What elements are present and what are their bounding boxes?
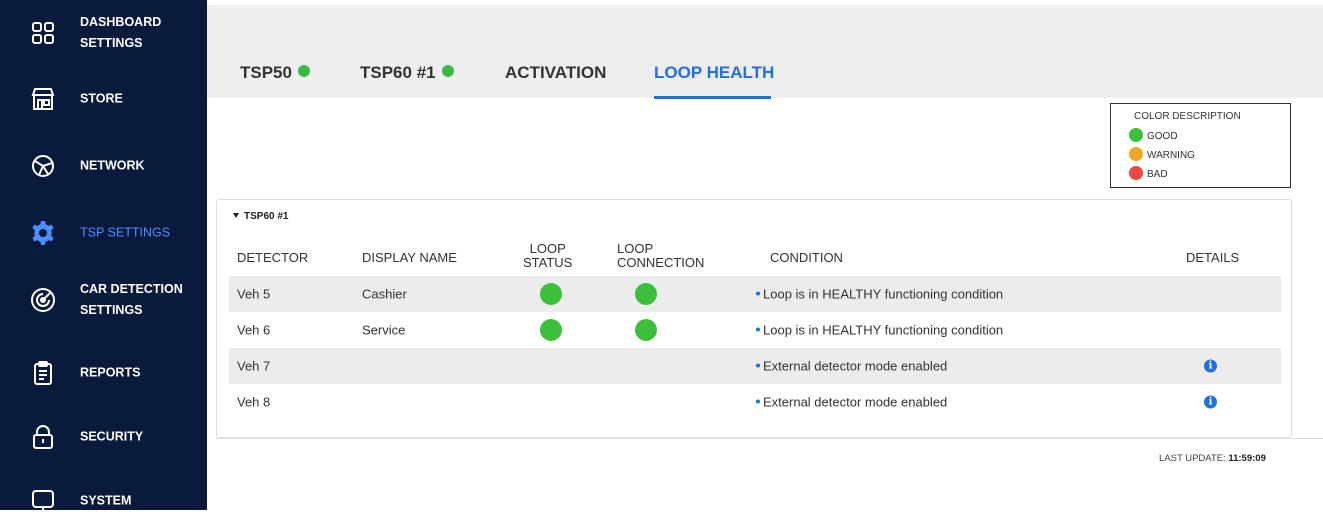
- tab-activation[interactable]: ACTIVATION: [505, 63, 606, 83]
- sidebar: DASHBOARD SETTINGS STORE NETWORK TSP SET…: [0, 0, 207, 512]
- sidebar-item-label: REPORTS: [80, 365, 141, 380]
- sidebar-item-tsp-settings[interactable]: TSP SETTINGS: [0, 205, 207, 261]
- sidebar-item-reports[interactable]: REPORTS: [0, 345, 207, 401]
- table-row: Veh 7 External detector mode enabled i: [229, 348, 1281, 384]
- detector-cell: Veh 7: [237, 358, 271, 374]
- last-update: LAST UPDATE: 11:59:09: [1159, 453, 1266, 464]
- status-dot: [297, 65, 310, 77]
- loop-status-good-icon: [540, 319, 562, 341]
- condition-cell: Loop is in HEALTHY functioning condition: [756, 323, 1003, 338]
- sensor-icon: [31, 288, 55, 312]
- legend-item-warning: WARNING: [1129, 147, 1195, 161]
- column-header-loop-status: LOOP STATUS: [523, 241, 573, 270]
- tab-label: LOOP HEALTH: [654, 63, 775, 82]
- column-header-loop-connection: LOOP CONNECTION: [617, 241, 705, 270]
- gear-icon: [32, 221, 54, 245]
- bullet-icon: [756, 363, 760, 368]
- column-header-display-name: DISPLAY NAME: [362, 250, 457, 265]
- sidebar-item-label: SYSTEM: [80, 493, 132, 508]
- condition-cell: External detector mode enabled: [756, 395, 947, 410]
- info-icon[interactable]: i: [1204, 395, 1217, 409]
- sidebar-item-label: STORE: [80, 91, 123, 106]
- monitor-icon: [32, 490, 54, 512]
- divider: [216, 438, 1323, 439]
- sidebar-item-label: DASHBOARD SETTINGS: [80, 15, 162, 50]
- sidebar-item-dashboard-settings[interactable]: DASHBOARD SETTINGS: [0, 5, 207, 61]
- detector-cell: Veh 5: [237, 286, 271, 302]
- detector-cell: Veh 6: [237, 322, 271, 338]
- clipboard-icon: [34, 361, 52, 385]
- bullet-icon: [756, 327, 760, 332]
- display-name-cell: Cashier: [362, 286, 407, 302]
- sidebar-item-network[interactable]: NETWORK: [0, 138, 207, 194]
- sidebar-item-label: NETWORK: [80, 158, 145, 173]
- column-header-condition: CONDITION: [770, 250, 843, 265]
- bad-dot-icon: [1129, 166, 1143, 180]
- info-icon[interactable]: i: [1204, 359, 1217, 373]
- tab-label: ACTIVATION: [505, 63, 607, 82]
- legend-title: COLOR DESCRIPTION: [1134, 111, 1241, 122]
- sidebar-item-label: SECURITY: [80, 429, 144, 444]
- legend-item-good: GOOD: [1129, 128, 1178, 142]
- table-row: Veh 6 Service Loop is in HEALTHY functio…: [229, 312, 1281, 348]
- loop-status-good-icon: [540, 283, 562, 305]
- legend-item-bad: BAD: [1129, 166, 1168, 180]
- column-header-detector: DETECTOR: [237, 250, 309, 265]
- panel-header[interactable]: TSP60 #1: [233, 211, 288, 222]
- grid-icon: [32, 22, 54, 44]
- lock-icon: [33, 425, 53, 449]
- active-tab-indicator: [654, 96, 771, 99]
- sidebar-item-system[interactable]: SYSTEM: [0, 473, 207, 529]
- network-icon: [32, 155, 54, 177]
- legend-label: BAD: [1147, 169, 1168, 180]
- tab-tsp50[interactable]: TSP50: [240, 63, 310, 83]
- panel-title: TSP60 #1: [244, 211, 289, 222]
- color-legend: COLOR DESCRIPTION GOOD WARNING BAD: [1110, 103, 1291, 188]
- sidebar-item-car-detection-settings[interactable]: CAR DETECTION SETTINGS: [0, 272, 207, 328]
- table-row: Veh 8 External detector mode enabled i: [229, 384, 1281, 420]
- last-update-time: 11:59:09: [1228, 453, 1266, 464]
- sidebar-item-security[interactable]: SECURITY: [0, 409, 207, 465]
- table-row: Veh 5 Cashier Loop is in HEALTHY functio…: [229, 276, 1281, 312]
- loop-connection-good-icon: [635, 283, 657, 305]
- tab-bar: TSP50 TSP60 #1 ACTIVATION LOOP HEALTH: [207, 5, 1323, 99]
- bullet-icon: [756, 399, 760, 404]
- tab-tsp60-1[interactable]: TSP60 #1: [360, 63, 454, 83]
- loop-health-panel: TSP60 #1 DETECTOR DISPLAY NAME LOOP STAT…: [216, 199, 1292, 438]
- legend-label: GOOD: [1147, 131, 1178, 142]
- sidebar-item-label: CAR DETECTION SETTINGS: [80, 282, 183, 317]
- warning-dot-icon: [1129, 147, 1143, 161]
- condition-cell: External detector mode enabled: [756, 359, 947, 374]
- column-header-details: DETAILS: [1186, 250, 1240, 265]
- loop-connection-good-icon: [635, 319, 657, 341]
- tab-label: TSP50: [240, 63, 292, 82]
- good-dot-icon: [1129, 128, 1143, 142]
- store-icon: [31, 88, 55, 110]
- legend-label: WARNING: [1147, 150, 1195, 161]
- detector-cell: Veh 8: [237, 394, 271, 410]
- tab-label: TSP60 #1: [360, 63, 436, 82]
- status-dot: [441, 65, 454, 77]
- last-update-label: LAST UPDATE:: [1159, 453, 1229, 464]
- display-name-cell: Service: [362, 322, 406, 338]
- sidebar-item-store[interactable]: STORE: [0, 71, 207, 127]
- caret-down-icon: [233, 213, 239, 218]
- tab-loop-health[interactable]: LOOP HEALTH: [654, 63, 774, 83]
- sidebar-item-label: TSP SETTINGS: [80, 225, 171, 240]
- condition-cell: Loop is in HEALTHY functioning condition: [756, 287, 1003, 302]
- bullet-icon: [756, 291, 760, 296]
